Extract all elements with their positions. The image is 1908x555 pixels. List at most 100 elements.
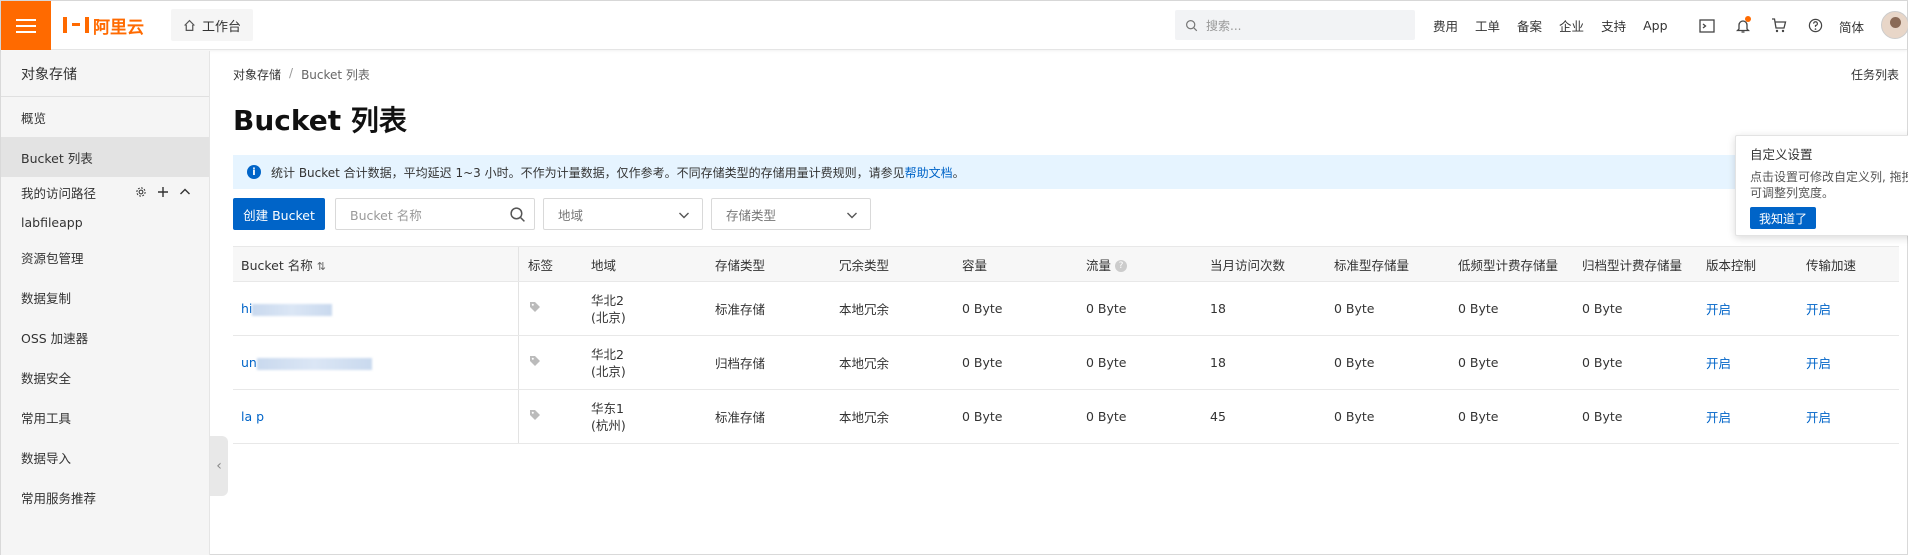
traffic-cell: 0 Byte (1086, 409, 1127, 424)
tag-icon[interactable] (529, 301, 541, 316)
top-nav-icons (1697, 1, 1841, 50)
search-icon (1186, 19, 1198, 31)
avatar[interactable] (1881, 11, 1908, 39)
header-archive-storage: 归档型计费存储量 (1582, 257, 1683, 273)
sidebar-item-labfileapp[interactable]: labfileapp (1, 207, 209, 237)
breadcrumb-oss[interactable]: 对象存储 (233, 66, 281, 83)
header-monthly-visits: 当月访问次数 (1210, 257, 1286, 273)
storage-type-select[interactable]: 存储类型 (711, 198, 871, 230)
task-list-link[interactable]: 任务列表 (1851, 66, 1899, 83)
region-name: 华北2 (591, 346, 624, 362)
versioning-link[interactable]: 开启 (1706, 299, 1731, 318)
region-cell: 华北2 (北京) (591, 346, 626, 380)
transfer-accel-link[interactable]: 开启 (1806, 407, 1831, 426)
bucket-name-link[interactable]: un (241, 355, 372, 370)
header-transfer-accel: 传输加速 (1806, 257, 1857, 273)
ia-storage-cell: 0 Byte (1458, 301, 1499, 316)
region-select[interactable]: 地域 (543, 198, 703, 230)
sidebar-group-label: 我的访问路径 (21, 185, 97, 201)
search-placeholder: 搜索... (1206, 18, 1242, 33)
nav-link-billing[interactable]: 费用 (1433, 16, 1458, 35)
nav-link-support[interactable]: 支持 (1601, 16, 1626, 35)
table-header: Bucket 名称 ⇅ 标签 地域 存储类型 冗余类型 容量 流量 ? 当月访问… (233, 246, 1899, 282)
bucket-name-text: hi (241, 301, 253, 316)
storage-type-placeholder: 存储类型 (726, 207, 777, 223)
help-doc-link[interactable]: 帮助文档 (905, 166, 953, 180)
help-icon[interactable] (1805, 16, 1825, 36)
sidebar-item-data-replication[interactable]: 数据复制 (1, 277, 209, 317)
bucket-name-link[interactable]: la p (241, 409, 264, 424)
bucket-name-link[interactable]: hi (241, 301, 333, 316)
bucket-name-placeholder: Bucket 名称 (350, 207, 422, 223)
table-row: un 华北2 (北京) 归档存储 本地冗余 0 Byte 0 Byte 18 0 … (233, 336, 1899, 390)
redundancy-cell: 本地冗余 (839, 410, 890, 425)
bucket-table: Bucket 名称 ⇅ 标签 地域 存储类型 冗余类型 容量 流量 ? 当月访问… (233, 246, 1899, 444)
sidebar-item-overview[interactable]: 概览 (1, 97, 209, 137)
sidebar-item-data-security[interactable]: 数据安全 (1, 357, 209, 397)
region-placeholder: 地域 (558, 207, 584, 223)
notice-text-wrap: 统计 Bucket 合计数据，平均延迟 1~3 小时。不作为计量数据，仅作参考。… (271, 164, 965, 181)
home-icon (184, 19, 195, 31)
sidebar-group-access-paths: 我的访问路径 (1, 177, 209, 207)
header-redundancy: 冗余类型 (839, 257, 890, 273)
global-search-input[interactable]: 搜索... (1175, 10, 1415, 40)
tag-icon[interactable] (529, 355, 541, 370)
breadcrumb: 对象存储 / Bucket 列表 (233, 66, 370, 83)
create-bucket-button[interactable]: 创建 Bucket (233, 198, 325, 230)
transfer-accel-link[interactable]: 开启 (1806, 299, 1831, 318)
sidebar-item-recommended-services[interactable]: 常用服务推荐 (1, 477, 209, 517)
transfer-accel-link[interactable]: 开启 (1806, 353, 1831, 372)
storage-type-cell: 标准存储 (715, 410, 766, 425)
sidebar-collapse-button[interactable]: ‹ (210, 436, 228, 496)
nav-link-app[interactable]: App (1643, 18, 1667, 33)
nav-link-icp[interactable]: 备案 (1517, 16, 1542, 35)
cart-icon[interactable] (1769, 16, 1789, 36)
nav-link-tickets[interactable]: 工单 (1475, 16, 1500, 35)
region-city: (北京) (591, 363, 626, 379)
header-bucket-name[interactable]: Bucket 名称 ⇅ (241, 255, 326, 274)
column-divider (518, 247, 519, 281)
sidebar-item-resource-packages[interactable]: 资源包管理 (1, 237, 209, 277)
plus-icon[interactable] (157, 186, 169, 198)
search-icon[interactable] (509, 206, 526, 223)
sidebar-item-data-import[interactable]: 数据导入 (1, 437, 209, 477)
region-name: 华东1 (591, 400, 624, 416)
header-storage-type: 存储类型 (715, 257, 766, 273)
bucket-name-search-input[interactable]: Bucket 名称 (335, 198, 535, 230)
got-it-button[interactable]: 我知道了 (1750, 207, 1816, 229)
sidebar-title: 对象存储 (1, 51, 209, 97)
capacity-cell: 0 Byte (962, 355, 1003, 370)
language-switch[interactable]: 简体 (1839, 17, 1864, 36)
versioning-link[interactable]: 开启 (1706, 407, 1731, 426)
brand-name: 阿里云 (93, 17, 144, 38)
header-capacity: 容量 (962, 257, 988, 273)
aliyun-logo[interactable]: 阿里云 (63, 13, 144, 38)
versioning-link[interactable]: 开启 (1706, 353, 1731, 372)
sort-icon[interactable]: ⇅ (317, 260, 326, 273)
chevron-up-icon[interactable] (179, 186, 191, 198)
sidebar: 对象存储 概览 Bucket 列表 我的访问路径 labfileapp 资源包管… (1, 51, 210, 555)
storage-type-cell: 标准存储 (715, 302, 766, 317)
region-cell: 华北2 (北京) (591, 292, 626, 326)
header-region: 地域 (591, 257, 617, 273)
column-divider (518, 390, 519, 443)
bell-icon[interactable] (1733, 15, 1753, 36)
nav-link-enterprise[interactable]: 企业 (1559, 16, 1584, 35)
sidebar-item-bucket-list[interactable]: Bucket 列表 (1, 137, 209, 177)
breadcrumb-separator: / (289, 66, 294, 80)
header-standard-storage: 标准型存储量 (1334, 257, 1410, 273)
sidebar-item-oss-accelerator[interactable]: OSS 加速器 (1, 317, 209, 357)
region-cell: 华东1 (杭州) (591, 400, 626, 434)
gear-icon[interactable] (135, 186, 147, 198)
question-icon[interactable]: ? (1115, 260, 1127, 272)
terminal-icon[interactable] (1697, 16, 1717, 36)
column-divider (518, 282, 519, 335)
sidebar-item-common-tools[interactable]: 常用工具 (1, 397, 209, 437)
header-tags: 标签 (528, 257, 554, 273)
menu-icon[interactable] (1, 1, 51, 50)
redundancy-cell: 本地冗余 (839, 356, 890, 371)
tag-icon[interactable] (529, 409, 541, 424)
table-row: la p 华东1 (杭州) 标准存储 本地冗余 0 Byte 0 Byte 45 … (233, 390, 1899, 444)
workbench-button[interactable]: 工作台 (171, 9, 253, 41)
header-bucket-name-label: Bucket 名称 (241, 257, 313, 273)
